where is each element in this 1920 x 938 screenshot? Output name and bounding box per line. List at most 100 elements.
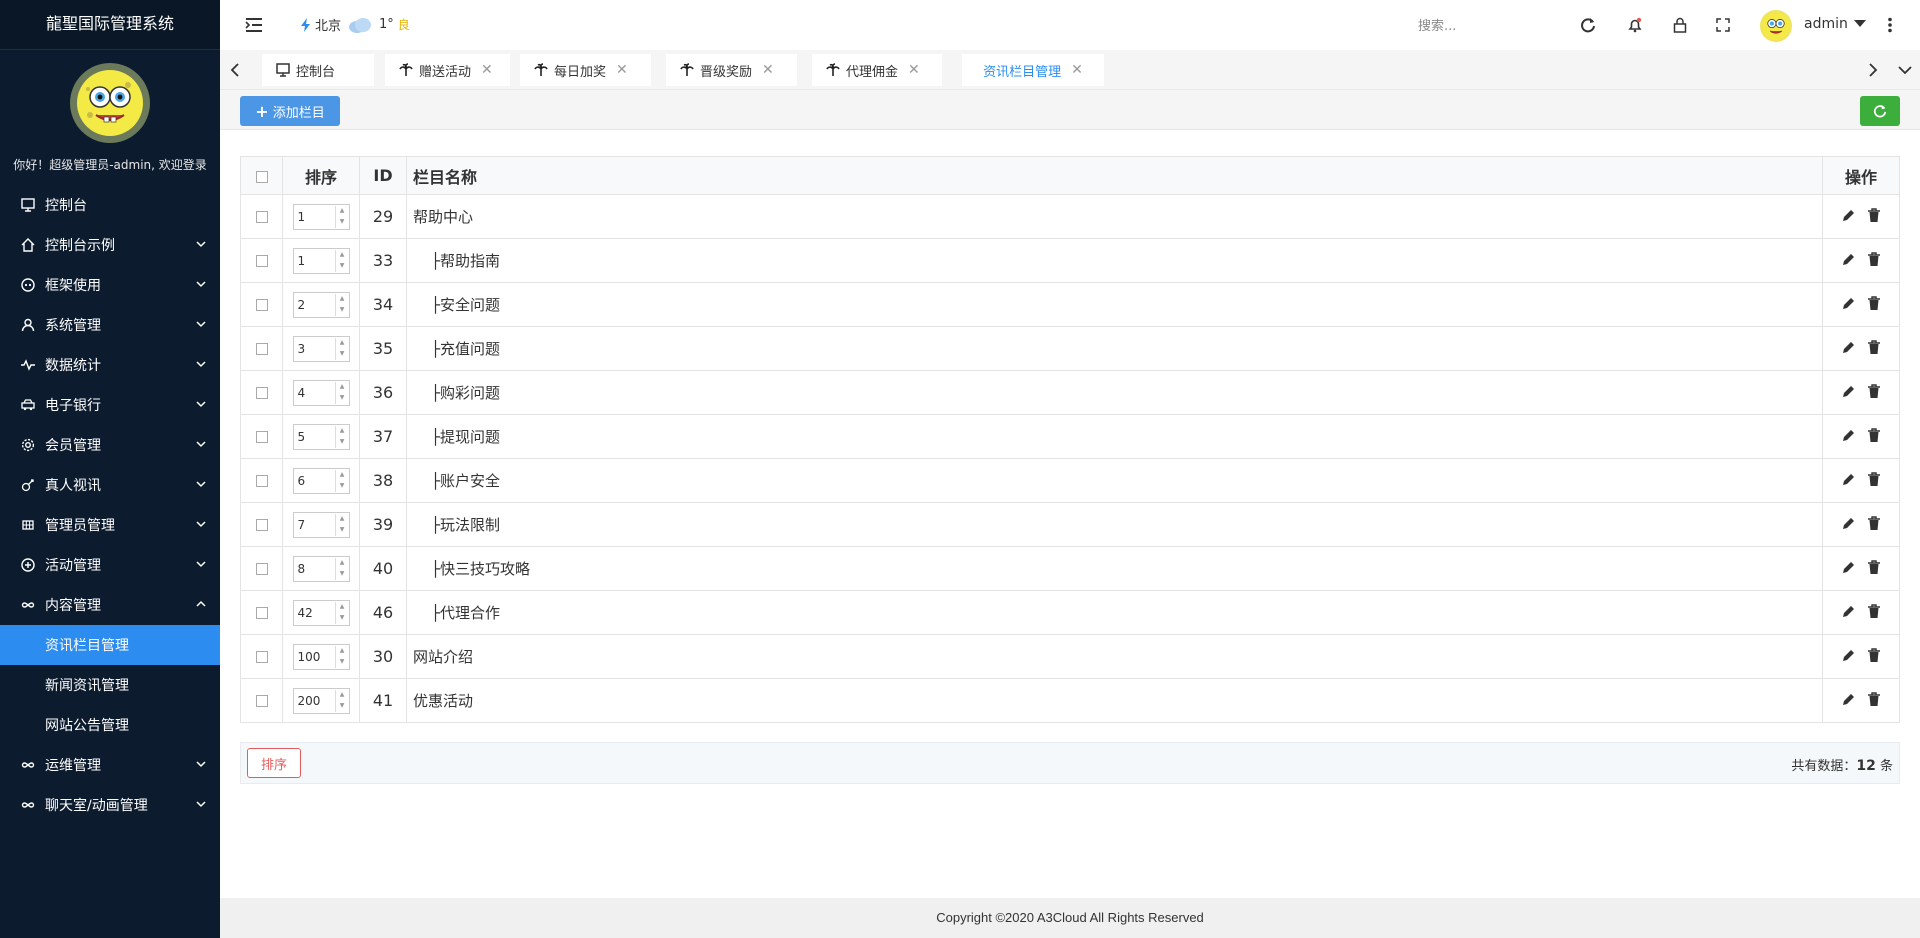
sidebar-item-9[interactable]: 活动管理 [0,545,220,585]
sort-number-input[interactable]: 6 ▲ ▼ [292,467,350,494]
sidebar-item-1[interactable]: 控制台示例 [0,225,220,265]
sort-number-input[interactable]: 3 ▲ ▼ [292,335,350,362]
search-input[interactable]: 搜索... [1418,15,1538,34]
sidebar-item-5[interactable]: 电子银行 [0,385,220,425]
edit-icon[interactable] [1842,604,1856,618]
refresh-button[interactable] [1860,96,1900,126]
tab-dropdown-icon[interactable] [1895,60,1915,80]
trash-icon[interactable] [1868,427,1880,442]
trash-icon[interactable] [1868,647,1880,662]
edit-icon[interactable] [1842,516,1856,530]
trash-icon[interactable] [1868,207,1880,222]
sort-number-input[interactable]: 42 ▲ ▼ [292,599,350,626]
tab-3[interactable]: 晋级奖励 ✕ [666,54,797,86]
edit-icon[interactable] [1842,428,1856,442]
stepper-icon[interactable]: ▲ ▼ [334,425,349,448]
stepper-icon[interactable]: ▲ ▼ [334,557,349,580]
trash-icon[interactable] [1868,603,1880,618]
trash-icon[interactable] [1868,471,1880,486]
row-checkbox[interactable] [255,254,268,267]
row-checkbox[interactable] [255,386,268,399]
sidebar-item-0[interactable]: 控制台 [0,185,220,225]
stepper-icon[interactable]: ▲ ▼ [334,293,349,316]
sort-submit-button[interactable]: 排序 [247,748,301,778]
header-avatar[interactable] [1760,10,1792,42]
edit-icon[interactable] [1842,384,1856,398]
trash-icon[interactable] [1868,691,1880,706]
row-checkbox[interactable] [255,650,268,663]
add-category-button[interactable]: + 添加栏目 [240,96,340,126]
edit-icon[interactable] [1842,340,1856,354]
sort-number-input[interactable]: 1 ▲ ▼ [292,247,350,274]
row-checkbox[interactable] [255,210,268,223]
sidebar-item-after-1[interactable]: 聊天室/动画管理 [0,785,220,825]
row-checkbox[interactable] [255,562,268,575]
sidebar-item-3[interactable]: 系统管理 [0,305,220,345]
trash-icon[interactable] [1868,383,1880,398]
edit-icon[interactable] [1842,208,1856,222]
menu-toggle-icon[interactable] [244,15,264,35]
lock-icon[interactable] [1670,15,1690,35]
sort-number-input[interactable]: 1 ▲ ▼ [292,203,350,230]
sidebar-subitem-0[interactable]: 资讯栏目管理 [0,625,220,665]
stepper-icon[interactable]: ▲ ▼ [334,249,349,272]
close-icon[interactable]: ✕ [1071,62,1083,78]
row-checkbox[interactable] [255,430,268,443]
sidebar-subitem-2[interactable]: 网站公告管理 [0,705,220,745]
sort-number-input[interactable]: 5 ▲ ▼ [292,423,350,450]
close-icon[interactable]: ✕ [762,62,774,78]
tab-0[interactable]: 控制台 [262,54,374,86]
edit-icon[interactable] [1842,252,1856,266]
stepper-icon[interactable]: ▲ ▼ [334,601,349,624]
sidebar-item-6[interactable]: 会员管理 [0,425,220,465]
edit-icon[interactable] [1842,472,1856,486]
stepper-icon[interactable]: ▲ ▼ [334,381,349,404]
trash-icon[interactable] [1868,559,1880,574]
tab-4[interactable]: 代理佣金 ✕ [812,54,942,86]
trash-icon[interactable] [1868,251,1880,266]
fullscreen-icon[interactable] [1713,15,1733,35]
sort-number-input[interactable]: 8 ▲ ▼ [292,555,350,582]
close-icon[interactable]: ✕ [616,62,628,78]
edit-icon[interactable] [1842,648,1856,662]
sidebar-item-10[interactable]: 内容管理 [0,585,220,625]
select-all-checkbox[interactable] [255,170,268,183]
trash-icon[interactable] [1868,515,1880,530]
stepper-icon[interactable]: ▲ ▼ [334,337,349,360]
edit-icon[interactable] [1842,296,1856,310]
bell-icon[interactable] [1625,15,1645,35]
tab-scroll-left-icon[interactable] [225,60,245,80]
more-vertical-icon[interactable] [1880,15,1900,35]
sidebar-item-8[interactable]: 管理员管理 [0,505,220,545]
row-checkbox[interactable] [255,518,268,531]
row-checkbox[interactable] [255,298,268,311]
edit-icon[interactable] [1842,692,1856,706]
trash-icon[interactable] [1868,295,1880,310]
stepper-icon[interactable]: ▲ ▼ [334,645,349,668]
trash-icon[interactable] [1868,339,1880,354]
close-icon[interactable]: ✕ [481,62,493,78]
sidebar-item-after-0[interactable]: 运维管理 [0,745,220,785]
stepper-icon[interactable]: ▲ ▼ [334,689,349,712]
row-checkbox[interactable] [255,606,268,619]
sidebar-item-4[interactable]: 数据统计 [0,345,220,385]
tab-1[interactable]: 赠送活动 ✕ [385,54,510,86]
tab-2[interactable]: 每日加奖 ✕ [520,54,651,86]
sidebar-item-2[interactable]: 框架使用 [0,265,220,305]
row-checkbox[interactable] [255,694,268,707]
user-menu[interactable]: admin [1804,16,1866,32]
edit-icon[interactable] [1842,560,1856,574]
stepper-icon[interactable]: ▲ ▼ [334,469,349,492]
sort-number-input[interactable]: 100 ▲ ▼ [292,643,350,670]
sidebar-subitem-1[interactable]: 新闻资讯管理 [0,665,220,705]
stepper-icon[interactable]: ▲ ▼ [334,205,349,228]
row-checkbox[interactable] [255,474,268,487]
tab-scroll-right-icon[interactable] [1863,60,1883,80]
stepper-icon[interactable]: ▲ ▼ [334,513,349,536]
close-icon[interactable]: ✕ [908,62,920,78]
sort-number-input[interactable]: 200 ▲ ▼ [292,687,350,714]
sidebar-item-7[interactable]: 真人视讯 [0,465,220,505]
sort-number-input[interactable]: 4 ▲ ▼ [292,379,350,406]
row-checkbox[interactable] [255,342,268,355]
refresh-icon[interactable] [1578,15,1598,35]
